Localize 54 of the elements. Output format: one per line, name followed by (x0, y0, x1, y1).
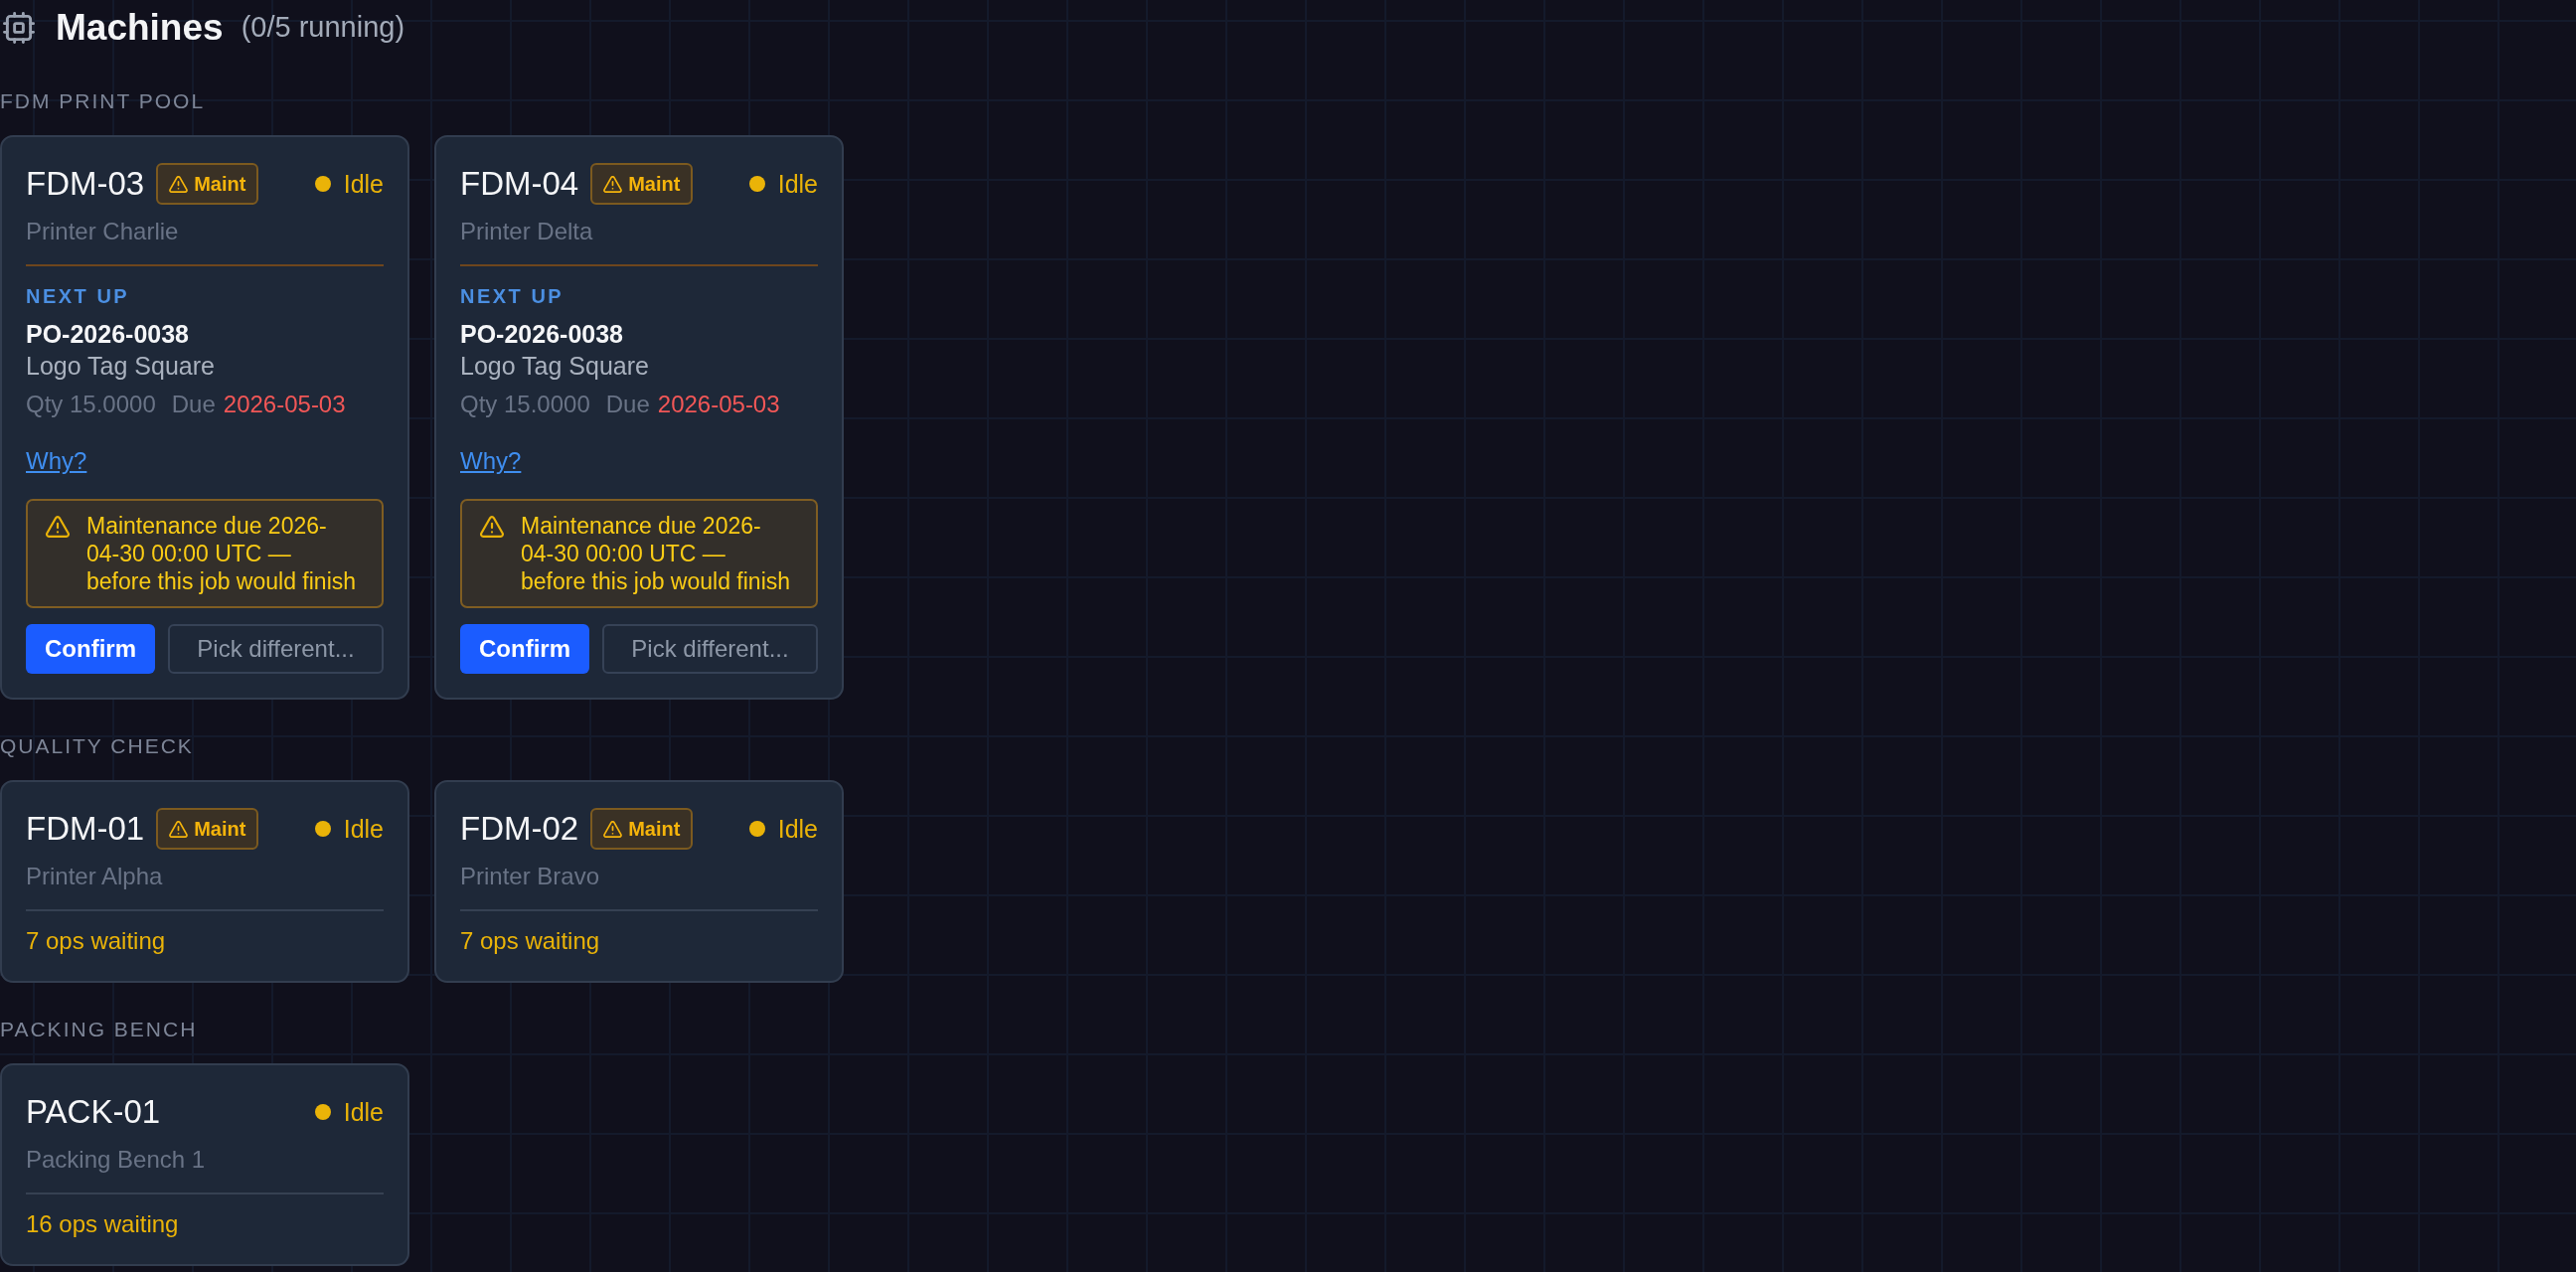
machine-code: PACK-01 (26, 1093, 161, 1131)
due-date: 2026-05-03 (657, 390, 780, 419)
status-label: Idle (343, 814, 384, 844)
section-heading: QUALITY CHECK (0, 733, 194, 759)
warning-icon (480, 516, 504, 538)
status-label: Idle (777, 169, 818, 199)
status-label: Idle (343, 1097, 384, 1127)
ops-waiting-text: 7 ops waiting (460, 927, 600, 954)
machine-name: Printer Bravo (460, 862, 601, 891)
quantity-text: Qty 15.0000 (460, 390, 590, 419)
primary-button[interactable]: Confirm (26, 624, 155, 674)
quantity-text: Qty 15.0000 (26, 390, 156, 419)
badge-label: Maint (194, 817, 246, 841)
warning-icon (46, 516, 70, 538)
warning-text: Maintenance due 2026-04-30 00:00 UTC — before this job would finish (86, 512, 358, 595)
next-up-heading: NEXT UP (460, 284, 564, 308)
warning-text: Maintenance due 2026-04-30 00:00 UTC — before this job would finish (521, 512, 792, 595)
page-title: Machines (56, 6, 224, 49)
badge-label: Maint (628, 172, 681, 196)
product-name: Logo Tag Square (26, 351, 215, 382)
product-name: Logo Tag Square (460, 351, 649, 382)
machine-code: FDM-04 (460, 165, 579, 203)
machine-code: FDM-02 (460, 810, 579, 848)
machine-code: FDM-01 (26, 810, 145, 848)
status-label: Idle (343, 169, 384, 199)
machine-name: Printer Alpha (26, 862, 164, 891)
why-link[interactable]: Why? (26, 445, 87, 477)
section-heading: PACKING BENCH (0, 1017, 198, 1042)
due-date: 2026-05-03 (223, 390, 346, 419)
chip-icon (3, 11, 35, 44)
machine-name: Printer Charlie (26, 217, 180, 246)
primary-button[interactable]: Confirm (460, 624, 589, 674)
machine-name: Printer Delta (460, 217, 594, 246)
badge-label: Maint (628, 817, 681, 841)
warning-icon (169, 820, 189, 838)
running-count: (0/5 running) (241, 11, 405, 44)
order-number: PO-2026-0038 (26, 319, 189, 350)
warning-icon (603, 175, 623, 193)
due-label: Due (171, 390, 216, 419)
machine-name: Packing Bench 1 (26, 1145, 207, 1175)
machine-code: FDM-03 (26, 165, 145, 203)
section-heading: FDM PRINT POOL (0, 88, 206, 114)
secondary-button[interactable]: Pick different... (168, 624, 384, 674)
status-label: Idle (777, 814, 818, 844)
why-link[interactable]: Why? (460, 445, 522, 477)
ops-waiting-text: 7 ops waiting (26, 927, 166, 954)
ops-waiting-text: 16 ops waiting (26, 1210, 179, 1237)
due-label: Due (605, 390, 650, 419)
secondary-button[interactable]: Pick different... (602, 624, 818, 674)
warning-icon (603, 820, 623, 838)
badge-label: Maint (194, 172, 246, 196)
order-number: PO-2026-0038 (460, 319, 623, 350)
warning-icon (169, 175, 189, 193)
next-up-heading: NEXT UP (26, 284, 130, 308)
